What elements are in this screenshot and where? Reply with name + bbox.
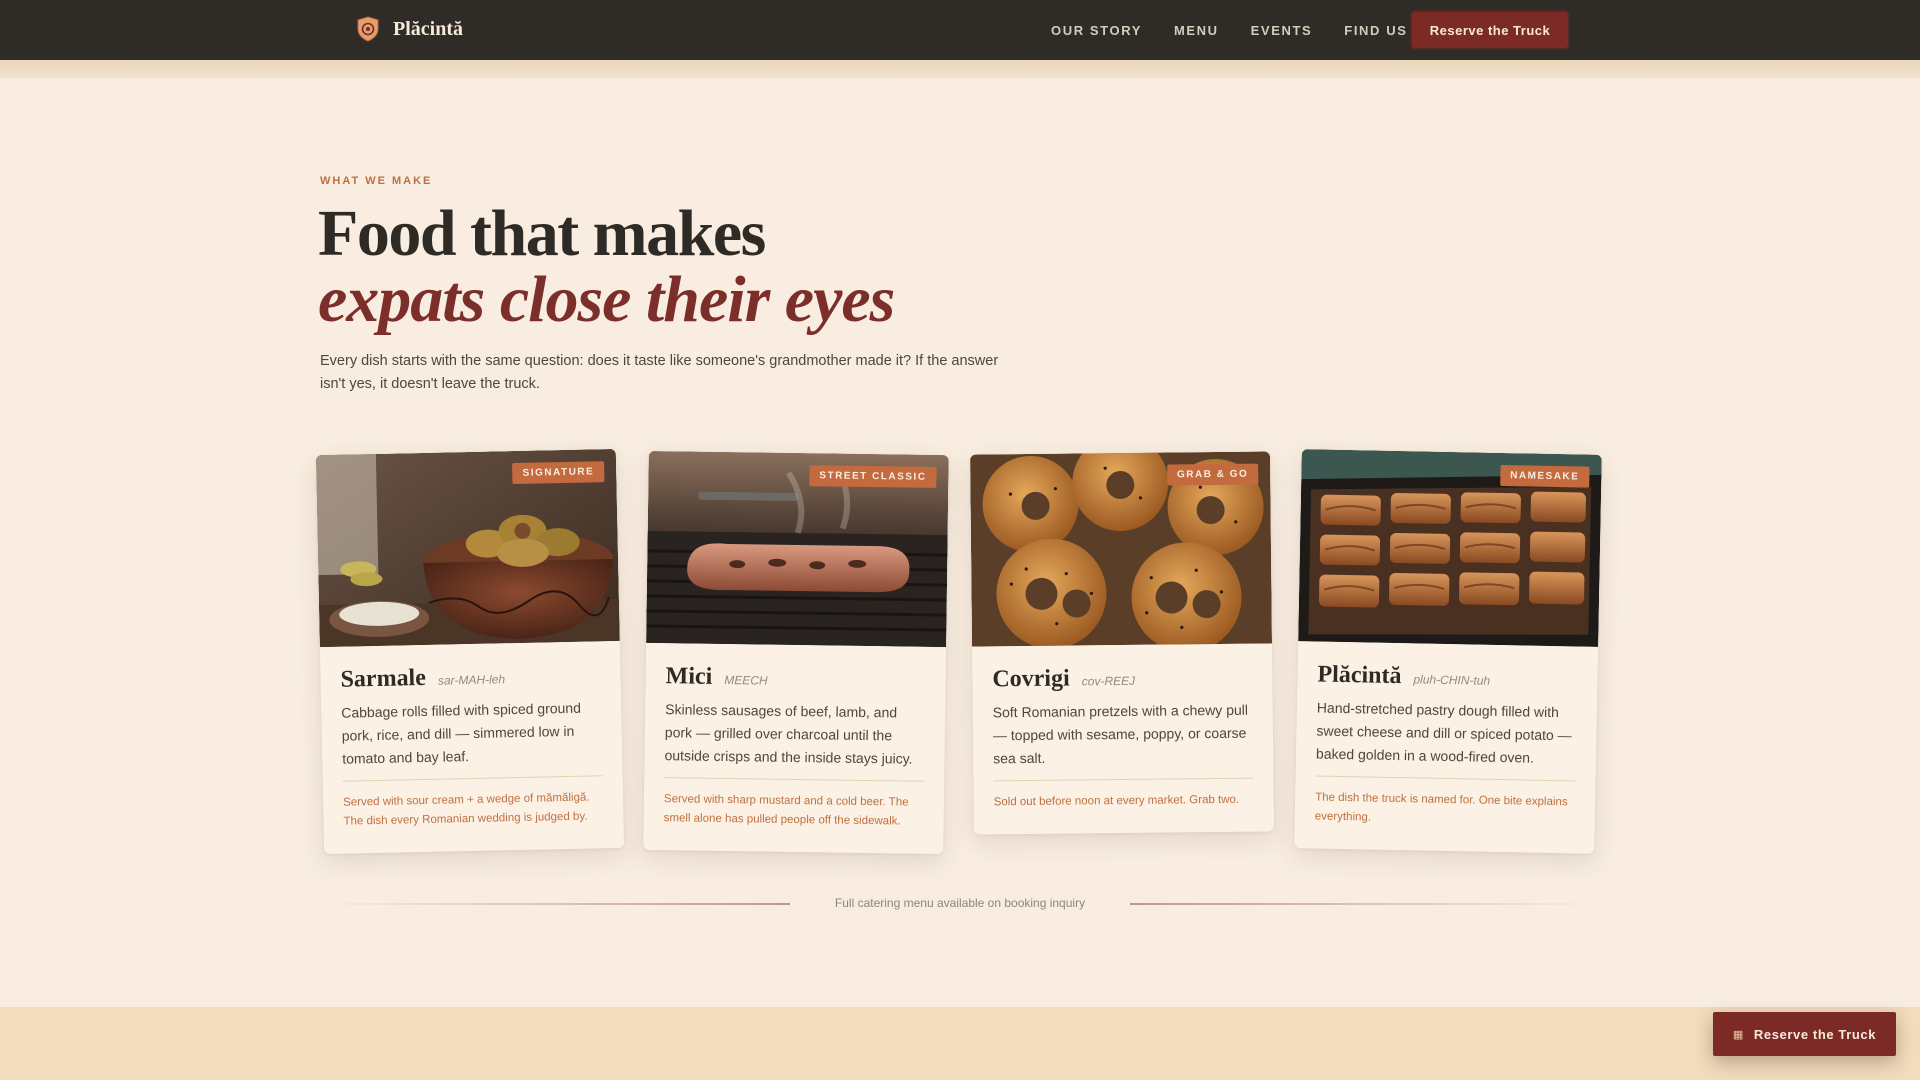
card-note: Served with sour cream + a wedge of mămă…	[343, 791, 590, 828]
nav-divider-strip	[0, 60, 1920, 78]
card-divider	[993, 777, 1254, 782]
card-divider	[1315, 775, 1576, 782]
card-badge: SIGNATURE	[512, 461, 605, 485]
card-description: Hand-stretched pastry dough filled with …	[1315, 699, 1572, 766]
menu-card-mici[interactable]: STREET CLASSIC Mici MEECH Skinless sausa…	[643, 450, 949, 855]
placinta-photo: NAMESAKE	[1298, 449, 1602, 647]
headline-line-2: expats close their eyes	[318, 263, 895, 336]
intro-paragraph: Every dish starts with the same question…	[320, 353, 999, 392]
reserve-truck-button[interactable]: Reserve the Truck	[1412, 12, 1568, 48]
card-description: Cabbage rolls filled with spiced ground …	[341, 699, 582, 767]
card-pronunciation: sar-MAH-leh	[437, 672, 506, 688]
sarmale-photo: SIGNATURE	[315, 448, 620, 648]
card-title: Sarmale	[340, 664, 427, 693]
nav-link-menu[interactable]: MENU	[1174, 23, 1219, 38]
divider-rule-right	[1130, 903, 1600, 905]
mici-photo: STREET CLASSIC	[646, 450, 949, 648]
card-note: The dish the truck is named for. One bit…	[1314, 791, 1568, 824]
card-title: Mici	[665, 663, 713, 690]
card-pronunciation: cov-REEJ	[1081, 673, 1136, 689]
menu-card-sarmale[interactable]: SIGNATURE Sarmale sar-MAH-leh Cabbage ro…	[315, 448, 625, 855]
headline-line-1: Food that makes	[318, 197, 766, 270]
card-badge: NAMESAKE	[1499, 464, 1590, 488]
covrigi-photo: GRAB & GO	[970, 451, 1273, 647]
catering-note: Full catering menu available on booking …	[834, 896, 1086, 910]
card-divider	[342, 775, 603, 782]
menu-card-placinta[interactable]: NAMESAKE Plăcintă pluh-CHIN-tuh Hand-str…	[1294, 449, 1602, 854]
card-pronunciation: MEECH	[724, 673, 768, 688]
brand[interactable]: Plăcintă	[355, 16, 463, 42]
calendar-icon: ▦	[1732, 1028, 1744, 1041]
menu-card-covrigi[interactable]: GRAB & GO Covrigi cov-REEJ Soft Romanian…	[970, 451, 1274, 835]
card-title: Covrigi	[992, 665, 1070, 693]
card-description: Soft Romanian pretzels with a chewy pull…	[992, 701, 1249, 767]
floating-reserve-button[interactable]: ▦ Reserve the Truck	[1713, 1012, 1896, 1056]
card-note: Sold out before noon at every market. Gr…	[993, 793, 1240, 809]
brand-name: Plăcintă	[393, 17, 463, 40]
top-nav: Plăcintă OUR STORY MENU EVENTS FIND US R…	[0, 0, 1920, 60]
section-eyebrow: WHAT WE MAKE	[320, 175, 433, 187]
nav-link-events[interactable]: EVENTS	[1251, 23, 1313, 38]
nav-link-our-story[interactable]: OUR STORY	[1051, 23, 1142, 38]
card-note: Served with sharp mustard and a cold bee…	[663, 793, 909, 828]
card-description: Skinless sausages of beef, lamb, and por…	[664, 701, 913, 767]
card-title: Plăcintă	[1317, 661, 1402, 690]
shield-logo-icon	[357, 16, 379, 42]
floating-reserve-label: Reserve the Truck	[1753, 1026, 1877, 1042]
nav-link-find-us[interactable]: FIND US	[1344, 23, 1407, 38]
nav-links: OUR STORY MENU EVENTS FIND US	[1051, 23, 1439, 38]
card-divider	[664, 777, 925, 782]
card-badge: STREET CLASSIC	[809, 465, 937, 488]
card-pronunciation: pluh-CHIN-tuh	[1413, 672, 1491, 688]
card-badge: GRAB & GO	[1166, 463, 1259, 486]
next-section-band	[0, 1007, 1920, 1080]
